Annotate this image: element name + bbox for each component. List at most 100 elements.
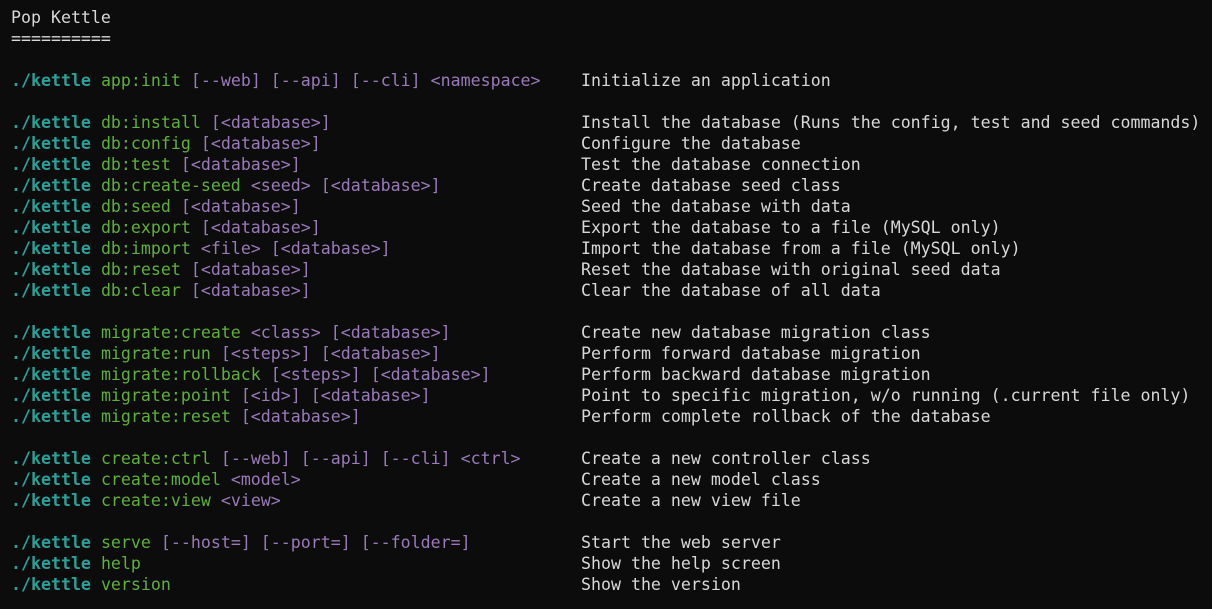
command-arguments: <class> [<database>] (250, 323, 451, 342)
command-description: Perform forward database migration (581, 344, 921, 363)
command-row: ./kettle db:export [<database>] Export th… (11, 217, 1212, 238)
command-executable: ./kettle (11, 491, 91, 510)
command-subcommand: db:test (100, 155, 171, 174)
command-description: Clear the database of all data (581, 281, 881, 300)
command-row: ./kettle help Show the help screen (11, 553, 1212, 574)
command-arguments: [--web] [--api] [--cli] <ctrl> (220, 449, 521, 468)
terminal-title: Pop Kettle (11, 8, 111, 27)
command-row: ./kettle db:seed [<database>] Seed the da… (11, 196, 1212, 217)
command-subcommand: serve (100, 533, 151, 552)
command-text: ./kettle db:clear [<database>] (11, 281, 311, 300)
command-row: ./kettle db:test [<database>] Test the da… (11, 154, 1212, 175)
command-description: Point to specific migration, w/o running… (581, 386, 1191, 405)
command-description: Create a new model class (581, 470, 821, 489)
command-text: ./kettle app:init [--web] [--api] [--cli… (11, 71, 541, 90)
command-executable: ./kettle (11, 281, 91, 300)
command-description: Configure the database (581, 134, 801, 153)
command-row: ./kettle migrate:point [<id>] [<database… (11, 385, 1212, 406)
command-subcommand: db:clear (100, 281, 181, 300)
command-description: Install the database (Runs the config, t… (581, 113, 1201, 132)
command-arguments: [<database>] (210, 113, 331, 132)
command-executable: ./kettle (11, 575, 91, 594)
command-subcommand: db:seed (100, 197, 171, 216)
command-arguments: [<database>] (180, 197, 301, 216)
command-description: Export the database to a file (MySQL onl… (581, 218, 1001, 237)
command-executable: ./kettle (11, 449, 91, 468)
command-arguments: [<database>] (200, 134, 321, 153)
command-description: Create database seed class (581, 176, 841, 195)
command-description: Create a new view file (581, 491, 801, 510)
command-subcommand: db:install (100, 113, 201, 132)
command-row: ./kettle db:install [<database>] Install … (11, 112, 1212, 133)
command-row: ./kettle db:reset [<database>] Reset the … (11, 259, 1212, 280)
command-row: ./kettle create:model <model> Create a ne… (11, 469, 1212, 490)
command-arguments: [<steps>] [<database>] (270, 365, 491, 384)
command-executable: ./kettle (11, 113, 91, 132)
command-arguments: <view> (220, 491, 281, 510)
command-text: ./kettle db:import <file> [<database>] (11, 239, 391, 258)
command-text: ./kettle db:config [<database>] (11, 134, 321, 153)
command-text: ./kettle migrate:rollback [<steps>] [<da… (11, 365, 491, 384)
command-description: Test the database connection (581, 155, 861, 174)
command-text: ./kettle db:create-seed <seed> [<databas… (11, 176, 441, 195)
command-arguments: <seed> [<database>] (250, 176, 441, 195)
command-executable: ./kettle (11, 365, 91, 384)
command-executable: ./kettle (11, 533, 91, 552)
command-subcommand: app:init (100, 71, 181, 90)
command-text: ./kettle migrate:point [<id>] [<database… (11, 386, 431, 405)
command-description: Create a new controller class (581, 449, 871, 468)
command-arguments: [<database>] (180, 155, 301, 174)
command-executable: ./kettle (11, 554, 91, 573)
command-description: Create new database migration class (581, 323, 931, 342)
command-arguments: [--host=] [--port=] [--folder=] (160, 533, 471, 552)
command-arguments: <model> (230, 470, 301, 489)
command-executable: ./kettle (11, 134, 91, 153)
command-text: ./kettle db:reset [<database>] (11, 260, 311, 279)
command-description: Show the version (581, 575, 741, 594)
command-subcommand: migrate:reset (100, 407, 231, 426)
command-row: ./kettle migrate:create <class> [<databa… (11, 322, 1212, 343)
command-executable: ./kettle (11, 386, 91, 405)
command-description: Start the web server (581, 533, 781, 552)
command-subcommand: create:ctrl (100, 449, 211, 468)
command-text: ./kettle create:view <view> (11, 491, 281, 510)
command-description: Show the help screen (581, 554, 781, 573)
command-text: ./kettle db:seed [<database>] (11, 197, 301, 216)
command-description: Perform backward database migration (581, 365, 931, 384)
command-description: Seed the database with data (581, 197, 851, 216)
title-underline: ========== (11, 29, 111, 48)
command-arguments: [<database>] (190, 260, 311, 279)
command-subcommand: migrate:run (100, 344, 211, 363)
command-arguments: [<id>] [<database>] (240, 386, 431, 405)
command-row: ./kettle db:clear [<database>] Clear the … (11, 280, 1212, 301)
command-subcommand: migrate:point (100, 386, 231, 405)
command-text: ./kettle create:ctrl [--web] [--api] [--… (11, 449, 521, 468)
command-row: ./kettle serve [--host=] [--port=] [--fo… (11, 532, 1212, 553)
command-description: Reset the database with original seed da… (581, 260, 1001, 279)
command-row: ./kettle db:config [<database>] Configure… (11, 133, 1212, 154)
command-text: ./kettle db:export [<database>] (11, 218, 321, 237)
command-subcommand: help (100, 554, 141, 573)
command-list: ./kettle app:init [--web] [--api] [--cli… (11, 49, 1212, 595)
command-text: ./kettle db:test [<database>] (11, 155, 301, 174)
command-text: ./kettle version (11, 575, 171, 594)
command-description: Import the database from a file (MySQL o… (581, 239, 1021, 258)
command-subcommand: db:export (100, 218, 191, 237)
command-row: ./kettle db:import <file> [<database>] Im… (11, 238, 1212, 259)
command-text: ./kettle migrate:run [<steps>] [<databas… (11, 344, 441, 363)
command-row: ./kettle version Show the version (11, 574, 1212, 595)
terminal-window: Pop Kettle ========== ./kettle app:init … (0, 0, 1212, 609)
command-subcommand: migrate:create (100, 323, 241, 342)
command-subcommand: create:view (100, 491, 211, 510)
command-text: ./kettle migrate:create <class> [<databa… (11, 323, 451, 342)
command-subcommand: db:import (100, 239, 191, 258)
command-row: ./kettle db:create-seed <seed> [<databas… (11, 175, 1212, 196)
command-executable: ./kettle (11, 176, 91, 195)
command-text: ./kettle db:install [<database>] (11, 113, 331, 132)
command-text: ./kettle create:model <model> (11, 470, 301, 489)
command-description: Initialize an application (581, 71, 831, 90)
command-text: ./kettle help (11, 554, 141, 573)
command-executable: ./kettle (11, 155, 91, 174)
